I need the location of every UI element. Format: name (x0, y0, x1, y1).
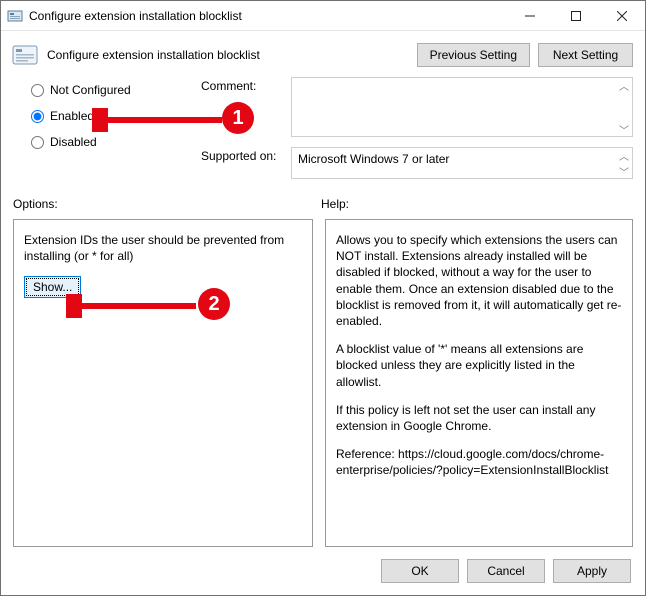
scroll-up-icon[interactable]: ︿ (618, 79, 630, 91)
options-panel: Extension IDs the user should be prevent… (13, 219, 313, 547)
comment-label: Comment: (201, 77, 291, 93)
scroll-up-icon[interactable]: ︿ (618, 149, 630, 161)
header-row: Configure extension installation blockli… (1, 31, 645, 77)
policy-editor-window: Configure extension installation blockli… (0, 0, 646, 596)
show-button[interactable]: Show... (24, 276, 81, 298)
state-radio-group: Not Configured Enabled Disabled (31, 77, 201, 149)
cancel-button[interactable]: Cancel (467, 559, 545, 583)
supported-on-label: Supported on: (201, 147, 291, 163)
app-icon (7, 8, 23, 24)
window-title: Configure extension installation blockli… (29, 9, 242, 23)
help-section-label: Help: (321, 197, 633, 211)
comment-textarea[interactable]: ︿ ﹀ (291, 77, 633, 137)
scroll-down-icon[interactable]: ﹀ (618, 165, 630, 177)
next-setting-button[interactable]: Next Setting (538, 43, 633, 67)
minimize-button[interactable] (507, 1, 553, 31)
radio-not-configured-label: Not Configured (50, 83, 131, 97)
help-p3: If this policy is left not set the user … (336, 402, 622, 434)
supported-on-value: Microsoft Windows 7 or later (298, 152, 449, 166)
help-p1: Allows you to specify which extensions t… (336, 232, 622, 329)
radio-enabled-input[interactable] (31, 110, 44, 123)
help-panel: Allows you to specify which extensions t… (325, 219, 633, 547)
content-area: Configure extension installation blockli… (1, 31, 645, 595)
radio-not-configured-input[interactable] (31, 84, 44, 97)
config-block: Not Configured Enabled Disabled Comment:… (1, 77, 645, 183)
radio-disabled[interactable]: Disabled (31, 135, 201, 149)
titlebar: Configure extension installation blockli… (1, 1, 645, 31)
radio-disabled-input[interactable] (31, 136, 44, 149)
panels-row: Extension IDs the user should be prevent… (1, 215, 645, 547)
section-labels: Options: Help: (1, 183, 645, 215)
dialog-button-bar: OK Cancel Apply (1, 547, 645, 595)
previous-setting-button[interactable]: Previous Setting (417, 43, 530, 67)
radio-enabled-label: Enabled (50, 109, 94, 123)
apply-button[interactable]: Apply (553, 559, 631, 583)
radio-not-configured[interactable]: Not Configured (31, 83, 201, 97)
radio-disabled-label: Disabled (50, 135, 97, 149)
policy-icon (11, 41, 39, 69)
maximize-button[interactable] (553, 1, 599, 31)
help-p4: Reference: https://cloud.google.com/docs… (336, 446, 622, 478)
ok-button[interactable]: OK (381, 559, 459, 583)
scroll-down-icon[interactable]: ﹀ (618, 123, 630, 135)
close-button[interactable] (599, 1, 645, 31)
header-title: Configure extension installation blockli… (47, 48, 260, 62)
options-description: Extension IDs the user should be prevent… (24, 232, 302, 264)
right-column: Comment: ︿ ﹀ Supported on: Microsoft Win… (201, 77, 633, 179)
help-p2: A blocklist value of '*' means all exten… (336, 341, 622, 390)
radio-enabled[interactable]: Enabled (31, 109, 201, 123)
options-section-label: Options: (13, 197, 321, 211)
supported-on-box: Microsoft Windows 7 or later ︿ ﹀ (291, 147, 633, 179)
